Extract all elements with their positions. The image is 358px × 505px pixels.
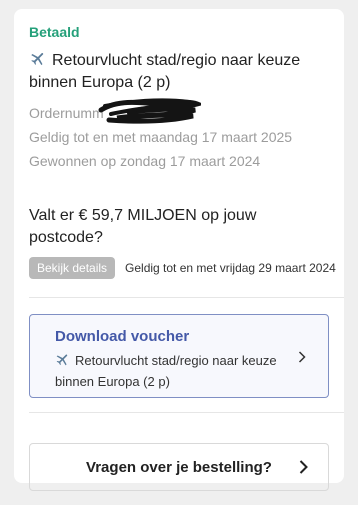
order-number: Ordernumm — [29, 98, 201, 125]
order-card: Betaald Retourvlucht stad/regio naar keu… — [14, 9, 344, 491]
voucher-description-row: Retourvlucht stad/regio naar keuze binne… — [55, 350, 316, 392]
order-meta: Ordernumm Geldig tot en met maandag 17 m… — [29, 98, 329, 173]
order-status: Betaald — [29, 24, 80, 40]
promo-valid-until: Geldig tot en met vrijdag 29 maart 2024 — [125, 261, 336, 275]
details-button[interactable]: Bekijk details — [29, 257, 116, 279]
order-valid-until: Geldig tot en met maandag 17 maart 2025 — [29, 129, 293, 145]
redaction-scribble — [98, 98, 201, 124]
divider — [29, 297, 344, 298]
order-number-label: Ordernumm — [29, 105, 104, 121]
chevron-right-icon — [299, 460, 308, 474]
order-questions-label: Vragen over je bestelling? — [86, 458, 272, 476]
airplane-icon — [31, 52, 44, 66]
download-voucher-button[interactable]: Download voucher Retourvlucht stad/regio… — [29, 314, 329, 398]
promo-row: Bekijk details Geldig tot en met vrijdag… — [29, 257, 336, 279]
voucher-title: Download voucher — [55, 328, 190, 345]
promo-title: Valt er € 59,7 MILJOEN op jouw postcode? — [29, 207, 257, 246]
voucher-description: Retourvlucht stad/regio naar keuze binne… — [55, 353, 277, 389]
order-questions-button[interactable]: Vragen over je bestelling? — [29, 443, 329, 491]
chevron-right-icon — [298, 351, 306, 363]
order-won-on: Gewonnen op zondag 17 maart 2024 — [29, 153, 261, 169]
airplane-icon — [56, 354, 68, 366]
order-title-row: Retourvlucht stad/regio naar keuze binne… — [29, 49, 329, 94]
divider — [29, 412, 344, 413]
order-title: Retourvlucht stad/regio naar keuze binne… — [29, 52, 301, 91]
